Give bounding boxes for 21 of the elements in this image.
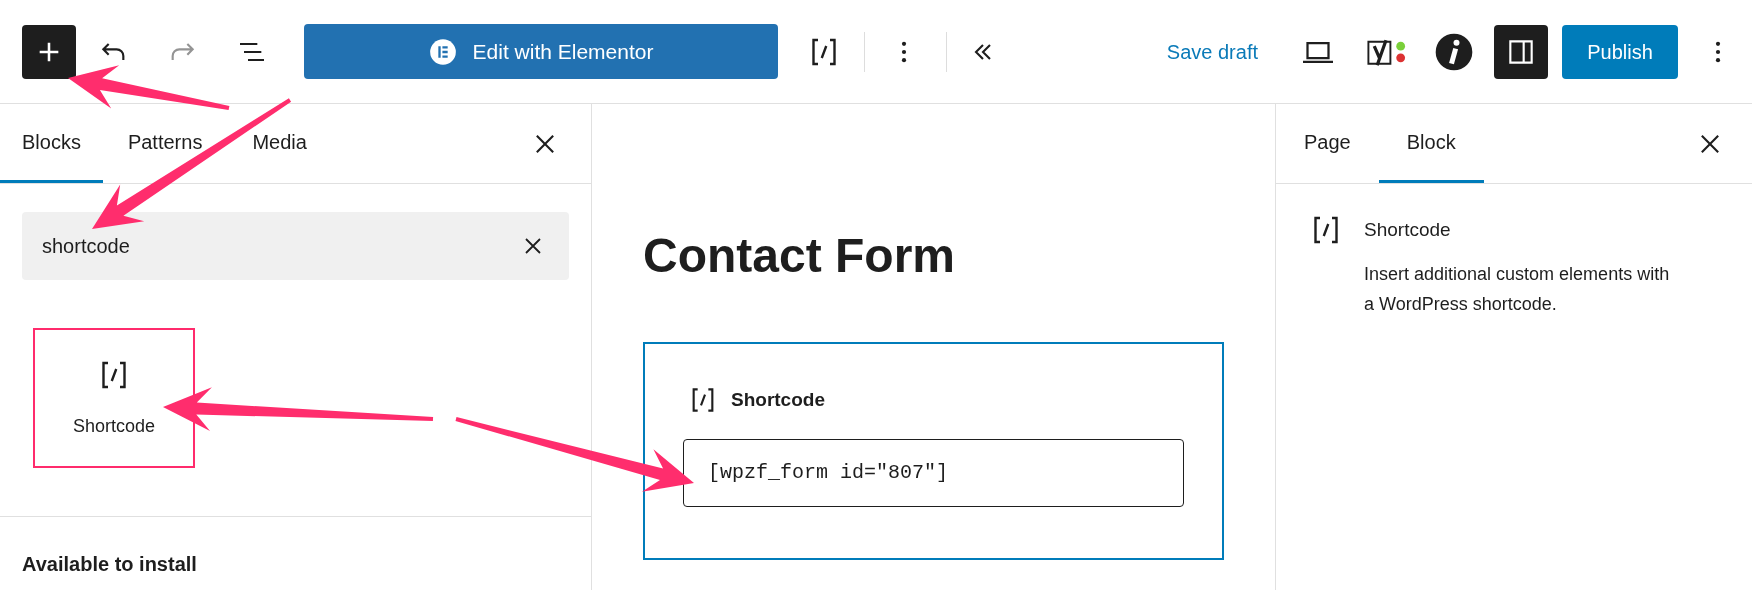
elementor-icon: [428, 37, 457, 66]
tab[interactable]: Page: [1276, 104, 1379, 183]
block-item[interactable]: Shortcode: [33, 328, 195, 468]
block-description: Insert additional custom elements with a WordPress shortcode.: [1364, 262, 1671, 316]
block-title: Shortcode: [1364, 218, 1452, 242]
settings-toggle-button[interactable]: [1494, 24, 1548, 79]
block-label: Shortcode: [731, 387, 825, 412]
search-field[interactable]: shortcode: [22, 212, 569, 280]
edit-with-elementor-button[interactable]: Edit with Elementor: [304, 24, 778, 79]
save-draft-link[interactable]: Save draft: [1166, 36, 1258, 67]
section-heading: Available to install: [22, 553, 197, 575]
info-icon[interactable]: [1434, 31, 1474, 72]
publish-button[interactable]: Publish: [1562, 24, 1678, 79]
tab[interactable]: Block: [1378, 104, 1484, 183]
tab[interactable]: Patterns: [102, 104, 228, 183]
tab[interactable]: Blocks: [0, 104, 103, 183]
shortcode-input[interactable]: [wpzf_form id="807"]: [683, 439, 1184, 507]
shortcode-block[interactable]: Shortcode [wpzf_form id="807"]: [643, 342, 1224, 560]
page-title: Contact Form: [643, 232, 956, 280]
tab[interactable]: Media: [227, 104, 332, 183]
add-block-button[interactable]: [22, 24, 76, 79]
